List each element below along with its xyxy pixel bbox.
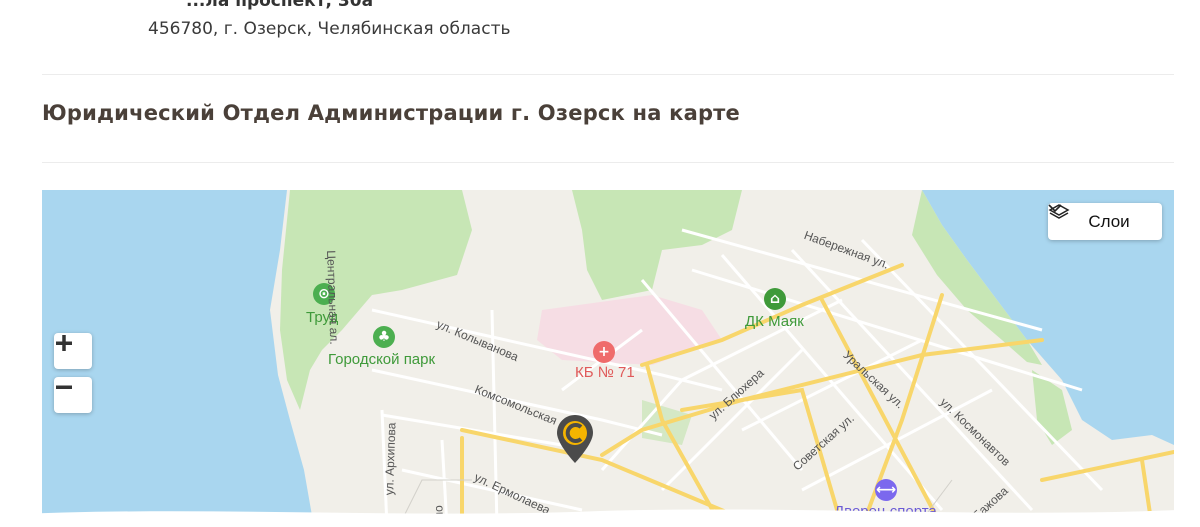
- map-widget[interactable]: ⊙ Труд ♣ Городской парк + КБ № 71 ⌂ ДК М…: [42, 190, 1174, 527]
- museum-icon[interactable]: ⌂: [764, 288, 786, 310]
- zoom-out-button[interactable]: [54, 377, 92, 413]
- layers-label: Слои: [1088, 211, 1130, 231]
- plus-icon: [56, 335, 83, 361]
- zoom-in-button[interactable]: [54, 333, 92, 369]
- poi-hospital-label[interactable]: КБ № 71: [575, 364, 635, 381]
- poi-city-park-label[interactable]: Городской парк: [328, 351, 435, 368]
- section-title: Юридический Отдел Администрации г. Озерс…: [42, 101, 740, 125]
- sport-icon[interactable]: ⟷: [875, 479, 897, 501]
- street-arkhipova: ул. Архипова: [382, 422, 399, 496]
- address-line: 456780, г. Озерск, Челябинская область: [148, 19, 511, 39]
- bottom-edge-overlay: [0, 509, 1200, 527]
- layers-button[interactable]: Слои: [1048, 203, 1162, 240]
- divider-bottom: [42, 162, 1174, 163]
- chevron-down-icon: [1048, 204, 1151, 227]
- address-line-cut: ...ла проспект, 30а: [186, 0, 374, 11]
- layers-icon: [1048, 204, 1081, 231]
- poi-dk-label[interactable]: ДК Маяк: [745, 313, 804, 330]
- location-marker[interactable]: [554, 413, 596, 465]
- hospital-icon[interactable]: +: [593, 341, 615, 363]
- divider-top: [42, 74, 1174, 75]
- minus-icon: [56, 385, 83, 405]
- tree-icon[interactable]: ♣: [373, 326, 395, 348]
